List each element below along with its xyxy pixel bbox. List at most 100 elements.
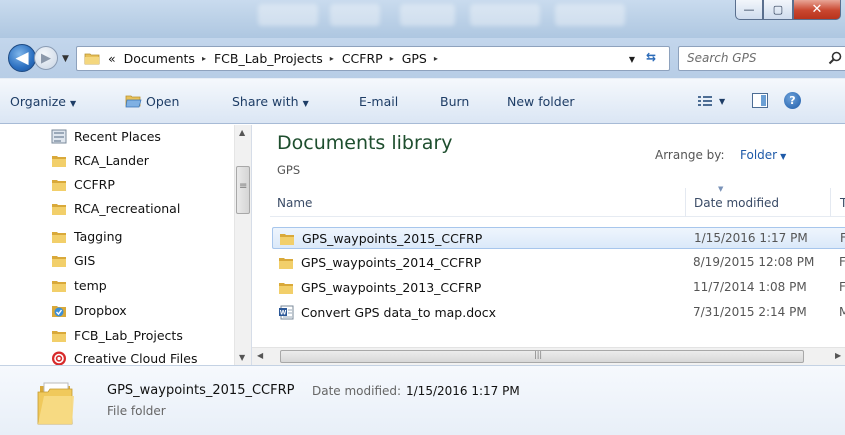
nav-item-rca-lander[interactable]: RCA_Lander <box>51 149 149 171</box>
nav-item-temp[interactable]: temp <box>51 274 107 296</box>
new-folder-button[interactable]: New folder <box>507 94 575 109</box>
crumb-ccfrp[interactable]: CCFRP <box>342 51 383 66</box>
scrollbar-thumb[interactable] <box>280 350 804 363</box>
sort-indicator-icon: ▼ <box>718 185 724 193</box>
column-headers: Name ▼ Date modified T <box>270 185 845 217</box>
file-list-horizontal-scrollbar[interactable]: ◀ ▶ <box>252 347 845 365</box>
nav-item-ccfrp[interactable]: CCFRP <box>51 173 115 195</box>
help-icon[interactable]: ? <box>784 92 801 109</box>
file-type: F <box>840 231 845 245</box>
folder-icon <box>52 280 66 292</box>
file-type: M <box>839 305 845 319</box>
folder-icon <box>84 53 100 65</box>
file-row[interactable]: GPS_waypoints_2013_CCFRP 11/7/2014 1:08 … <box>272 277 845 299</box>
column-divider[interactable] <box>830 188 831 217</box>
blurred-ribbon-tab <box>470 4 540 26</box>
nav-item-recent-places[interactable]: Recent Places <box>51 125 161 147</box>
folder-icon <box>52 330 66 342</box>
organize-button[interactable]: Organize ▼ <box>10 94 76 109</box>
crumb-fcb-lab-projects[interactable]: FCB_Lab_Projects <box>214 51 323 66</box>
chevron-down-icon: ▼ <box>780 152 787 161</box>
crumb-separator-icon[interactable]: ▸ <box>390 54 394 63</box>
crumb-separator-icon[interactable]: ▸ <box>330 54 334 63</box>
share-with-button[interactable]: Share with ▼ <box>232 94 309 109</box>
refresh-icon[interactable]: ⇆ <box>641 50 661 67</box>
nav-item-label: Recent Places <box>74 128 161 144</box>
folder-icon <box>52 155 66 167</box>
nav-item-label: Creative Cloud Files <box>74 350 198 366</box>
file-date-modified: 11/7/2014 1:08 PM <box>693 280 807 294</box>
burn-button[interactable]: Burn <box>440 94 469 109</box>
back-button[interactable]: ◀ <box>8 44 36 72</box>
file-date-modified: 1/15/2016 1:17 PM <box>694 231 808 245</box>
minimize-button[interactable]: — <box>735 0 763 20</box>
file-name: GPS_waypoints_2014_CCFRP <box>301 255 482 270</box>
scroll-left-icon[interactable]: ◀ <box>257 351 263 360</box>
svg-text:W: W <box>280 310 287 317</box>
nav-item-dropbox[interactable]: Dropbox <box>51 299 127 321</box>
file-name: Convert GPS data_to map.docx <box>301 305 497 320</box>
scroll-up-icon[interactable]: ▲ <box>239 128 245 137</box>
file-list-pane: Documents library GPS Arrange by: Folder… <box>252 125 845 365</box>
file-row[interactable]: W Convert GPS data_to map.docx 7/31/2015… <box>272 302 845 324</box>
chevron-down-icon: ▼ <box>70 99 77 108</box>
preview-pane-icon[interactable] <box>752 93 768 108</box>
search-box[interactable] <box>678 46 845 71</box>
folder-icon <box>279 283 293 294</box>
column-header-type[interactable]: T <box>840 196 845 210</box>
column-header-name[interactable]: Name <box>277 196 312 210</box>
dropbox-icon <box>52 305 66 317</box>
nav-item-fcb-lab-projects[interactable]: FCB_Lab_Projects <box>51 324 183 346</box>
folder-icon <box>280 234 294 245</box>
nav-item-label: RCA_Lander <box>74 152 149 168</box>
search-input[interactable] <box>687 51 817 65</box>
arrange-by-dropdown[interactable]: Folder ▼ <box>740 148 786 162</box>
address-bar[interactable]: « Documents ▸ FCB_Lab_Projects ▸ CCFRP ▸… <box>76 46 670 71</box>
nav-item-tagging[interactable]: Tagging <box>51 225 122 247</box>
file-row[interactable]: GPS_waypoints_2014_CCFRP 8/19/2015 12:08… <box>272 252 845 274</box>
blurred-ribbon-tab <box>555 4 625 26</box>
column-header-date-modified[interactable]: Date modified <box>694 196 779 210</box>
file-row-selected[interactable]: GPS_waypoints_2015_CCFRP 1/15/2016 1:17 … <box>272 227 845 249</box>
arrange-by-value: Folder <box>740 148 778 162</box>
scrollbar-thumb[interactable] <box>236 166 250 214</box>
crumb-separator-icon[interactable]: ▸ <box>202 54 206 63</box>
email-button[interactable]: E-mail <box>359 94 398 109</box>
address-dropdown-icon[interactable]: ▼ <box>629 55 635 64</box>
recent-pages-dropdown-icon[interactable]: ▼ <box>62 54 69 64</box>
folder-icon <box>52 231 66 243</box>
crumb-separator-icon[interactable]: ▸ <box>434 54 438 63</box>
change-view-icon[interactable] <box>697 94 713 108</box>
nav-item-gis[interactable]: GIS <box>51 249 95 271</box>
command-bar: Organize ▼ Open Share with ▼ E-mail Burn N… <box>0 78 845 124</box>
crumb-gps[interactable]: GPS <box>402 51 427 66</box>
open-button[interactable]: Open <box>125 94 179 109</box>
view-options-dropdown-icon[interactable]: ▼ <box>719 97 725 106</box>
column-divider[interactable] <box>685 188 686 217</box>
search-icon[interactable] <box>828 51 842 65</box>
address-overflow[interactable]: « <box>108 51 116 66</box>
selected-item-name: GPS_waypoints_2015_CCFRP <box>107 383 295 398</box>
details-pane: GPS_waypoints_2015_CCFRP Date modified: … <box>0 365 845 435</box>
explorer-window: — ▢ ✕ ◀ ▶ ▼ « Documents ▸ FCB_Lab_Projec… <box>0 0 845 435</box>
selected-item-type: File folder <box>107 404 166 418</box>
word-document-icon: W <box>279 305 294 320</box>
maximize-button[interactable]: ▢ <box>763 0 793 20</box>
title-bar: — ▢ ✕ <box>0 0 845 38</box>
nav-item-label: RCA_recreational <box>74 200 181 216</box>
open-folder-icon <box>125 95 142 108</box>
caption-buttons: — ▢ ✕ <box>735 0 841 20</box>
folder-icon <box>52 179 66 191</box>
folder-icon <box>52 255 66 267</box>
file-type: F <box>839 255 845 269</box>
scroll-down-icon[interactable]: ▼ <box>239 353 245 362</box>
date-modified-label: Date modified: <box>312 384 402 398</box>
file-type: F <box>839 280 845 294</box>
nav-item-rca-recreational[interactable]: RCA_recreational <box>51 197 180 219</box>
forward-button[interactable]: ▶ <box>34 46 58 70</box>
navigation-pane-scrollbar[interactable]: ▲ ▼ <box>234 125 251 365</box>
close-button[interactable]: ✕ <box>793 0 841 20</box>
file-name: GPS_waypoints_2015_CCFRP <box>302 231 483 246</box>
scroll-right-icon[interactable]: ▶ <box>835 351 841 360</box>
crumb-documents[interactable]: Documents <box>124 51 195 66</box>
